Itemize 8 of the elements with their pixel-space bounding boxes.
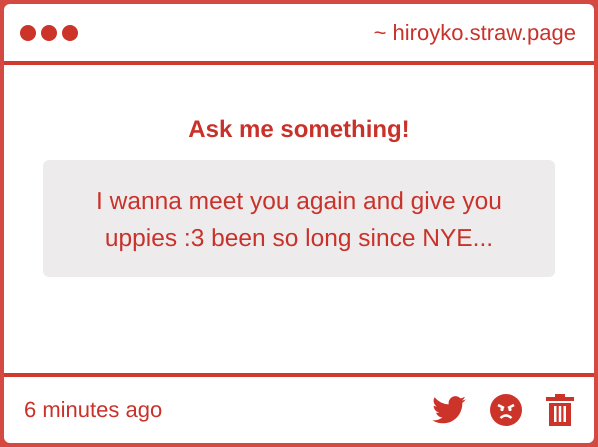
angry-face-icon[interactable]	[490, 394, 522, 426]
window-dots-icon	[20, 24, 78, 40]
bird-icon[interactable]	[432, 396, 466, 424]
trash-icon[interactable]	[546, 394, 574, 426]
site-address: ~ hiroyko.straw.page	[374, 20, 576, 46]
question-text: I wanna meet you again and give you uppies :3 been so long since NYE...	[43, 160, 555, 277]
heading: Ask me something!	[188, 116, 410, 144]
timestamp: 6 minutes ago	[24, 397, 164, 423]
